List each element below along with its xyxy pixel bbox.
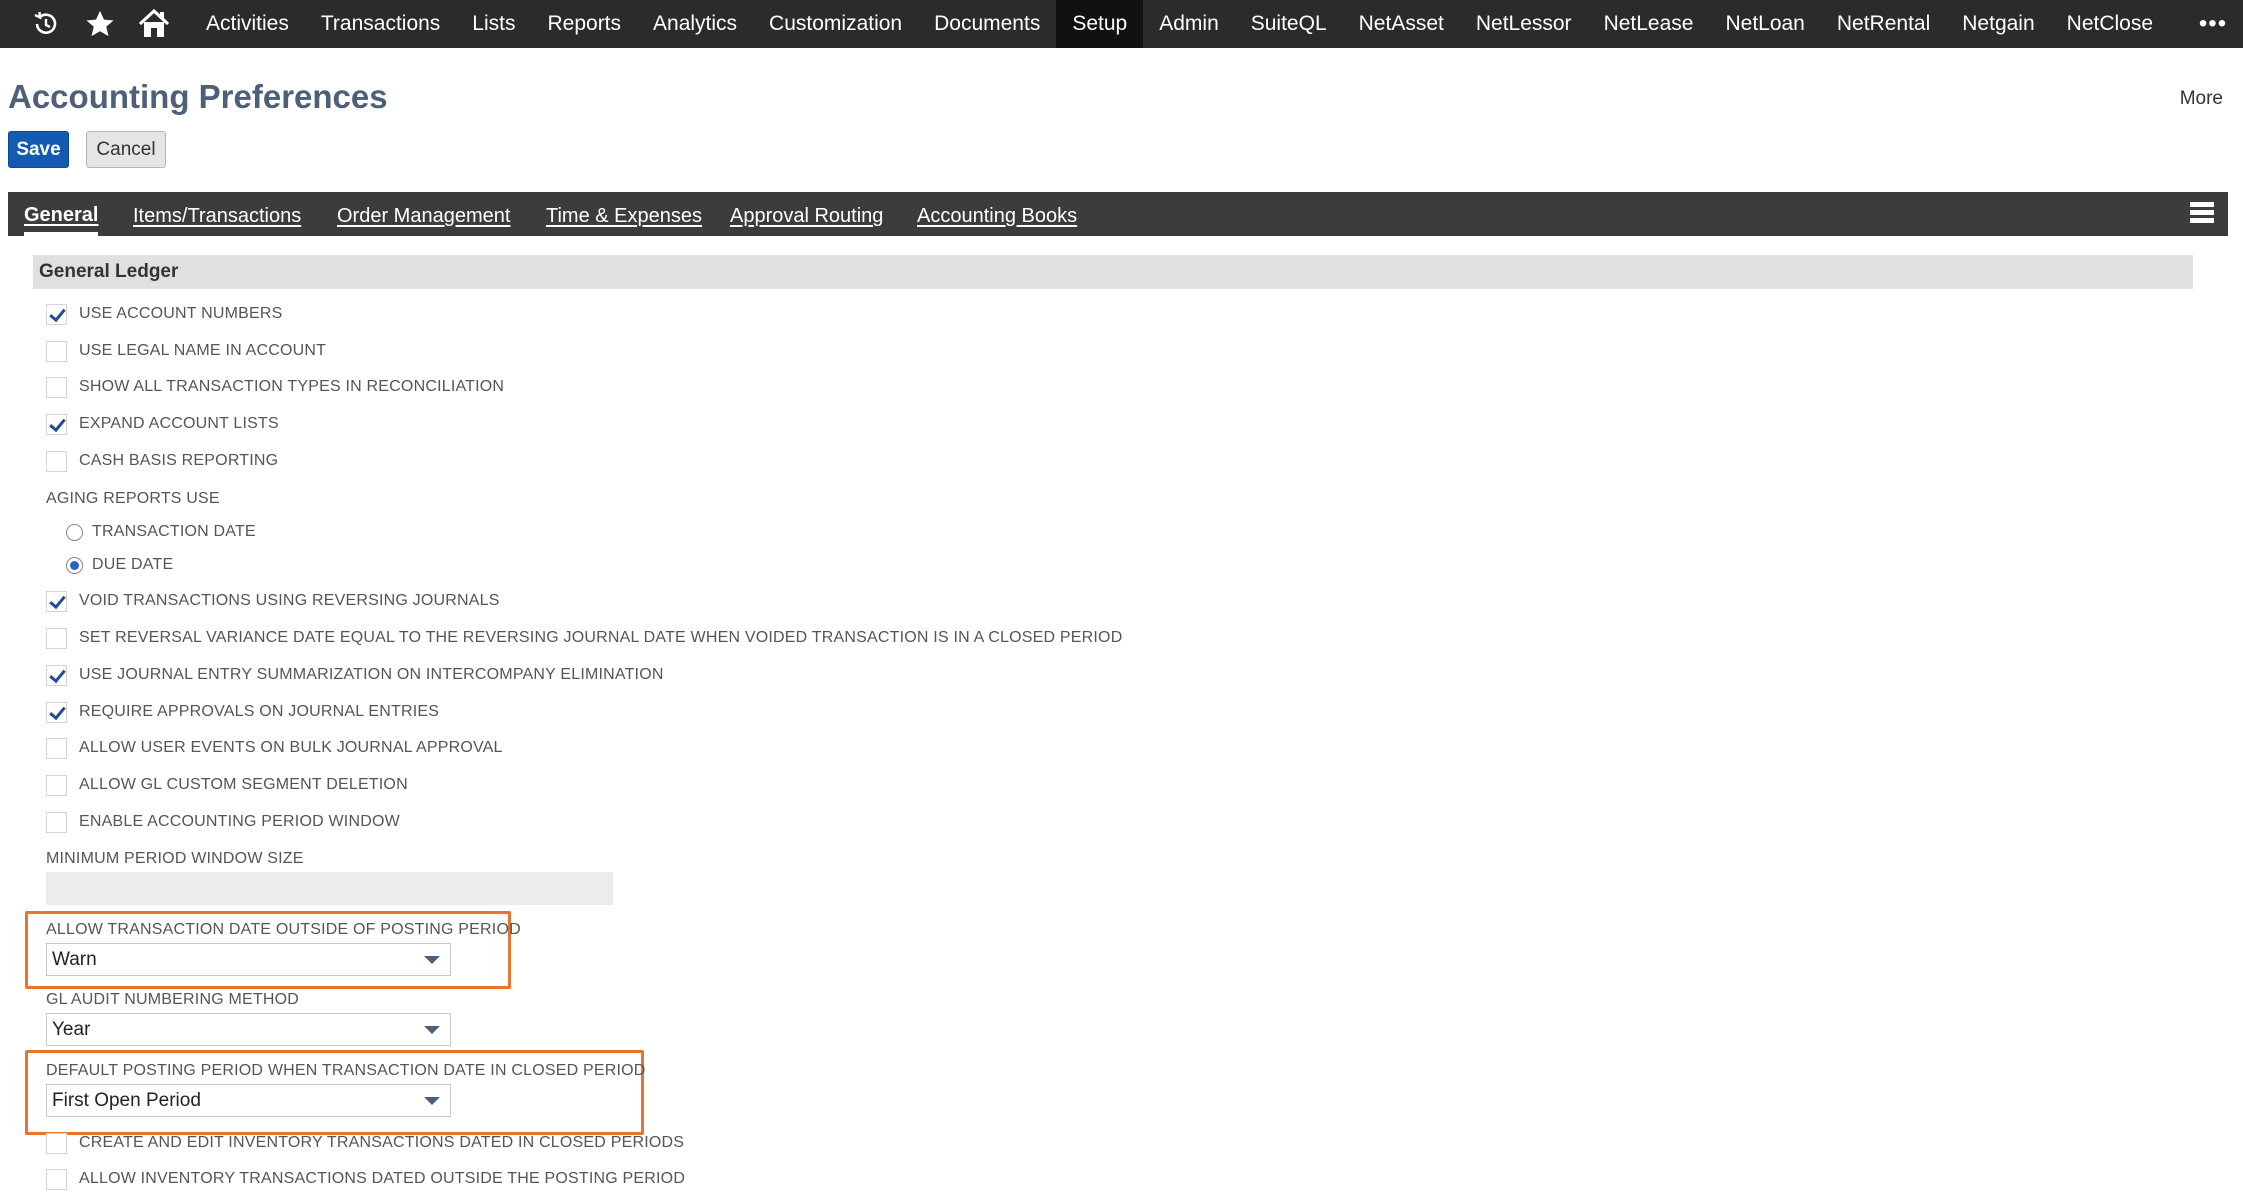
create-edit-inventory-label: CREATE AND EDIT INVENTORY TRANSACTIONS D… [79, 1134, 685, 1151]
min-period-window-field [46, 872, 613, 905]
gl-audit-numbering-label: GL AUDIT NUMBERING METHOD [46, 991, 300, 1008]
period-window-checkbox[interactable] [46, 811, 67, 833]
void-reversing-row: VOID TRANSACTIONS USING REVERSING JOURNA… [46, 587, 500, 615]
allow-inventory-outside-label: ALLOW INVENTORY TRANSACTIONS DATED OUTSI… [79, 1170, 686, 1187]
allow-inventory-outside-checkbox[interactable] [46, 1168, 67, 1190]
aging-reports-label: AGING REPORTS USE [46, 490, 220, 507]
chevron-down-icon [424, 956, 440, 964]
expand-account-lists-row: EXPAND ACCOUNT LISTS [46, 410, 279, 438]
reversal-variance-checkbox[interactable] [46, 627, 67, 649]
tab-list-menu-icon[interactable] [2190, 202, 2214, 226]
allow-outside-posting-label: ALLOW TRANSACTION DATE OUTSIDE OF POSTIN… [46, 921, 521, 938]
chevron-down-icon [424, 1097, 440, 1105]
expand-account-lists-checkbox[interactable] [46, 413, 67, 435]
tab-time-expenses[interactable]: Time & Expenses [546, 192, 702, 236]
aging-due-date-radio[interactable] [66, 556, 83, 574]
je-summarization-checkbox[interactable] [46, 664, 67, 686]
nav-item-reports[interactable]: Reports [531, 0, 637, 48]
tab-items-transactions[interactable]: Items/Transactions [133, 192, 301, 236]
chevron-down-icon [424, 1026, 440, 1034]
nav-item-customization[interactable]: Customization [753, 0, 918, 48]
gl-audit-numbering-value: Year [52, 1019, 91, 1040]
default-posting-period-value: First Open Period [52, 1090, 201, 1111]
allow-outside-posting-select[interactable]: Warn [46, 943, 451, 976]
nav-item-lists[interactable]: Lists [456, 0, 531, 48]
nav-item-netrental[interactable]: NetRental [1821, 0, 1946, 48]
user-events-bulk-label: ALLOW USER EVENTS ON BULK JOURNAL APPROV… [79, 739, 503, 756]
create-edit-inventory-row: CREATE AND EDIT INVENTORY TRANSACTIONS D… [46, 1129, 684, 1157]
expand-account-lists-label: EXPAND ACCOUNT LISTS [79, 415, 279, 432]
nav-item-admin[interactable]: Admin [1143, 0, 1235, 48]
use-account-numbers-row: USE ACCOUNT NUMBERS [46, 300, 283, 328]
gl-segment-deletion-label: ALLOW GL CUSTOM SEGMENT DELETION [79, 776, 408, 793]
use-account-numbers-checkbox[interactable] [46, 303, 67, 325]
use-legal-name-row: USE LEGAL NAME IN ACCOUNT [46, 337, 326, 365]
require-approvals-row: REQUIRE APPROVALS ON JOURNAL ENTRIES [46, 698, 439, 726]
nav-item-netlease[interactable]: NetLease [1588, 0, 1710, 48]
nav-item-netasset[interactable]: NetAsset [1343, 0, 1460, 48]
home-icon[interactable] [124, 0, 184, 48]
use-legal-name-label: USE LEGAL NAME IN ACCOUNT [79, 342, 327, 359]
nav-item-documents[interactable]: Documents [918, 0, 1056, 48]
require-approvals-checkbox[interactable] [46, 701, 67, 723]
void-reversing-checkbox[interactable] [46, 590, 67, 612]
more-menu-icon[interactable]: ••• [2193, 0, 2233, 48]
reversal-variance-label: SET REVERSAL VARIANCE DATE EQUAL TO THE … [79, 629, 1123, 646]
create-edit-inventory-checkbox[interactable] [46, 1132, 67, 1154]
nav-item-setup[interactable]: Setup [1056, 0, 1144, 48]
user-events-bulk-row: ALLOW USER EVENTS ON BULK JOURNAL APPROV… [46, 734, 503, 762]
page-title: Accounting Preferences [8, 78, 388, 115]
show-all-types-row: SHOW ALL TRANSACTION TYPES IN RECONCILIA… [46, 373, 504, 401]
star-icon[interactable] [76, 0, 124, 48]
aging-due-date-row: DUE DATE [66, 551, 173, 579]
tab-order-management[interactable]: Order Management [337, 192, 510, 236]
nav-item-transactions[interactable]: Transactions [305, 0, 456, 48]
nav-menu: Activities Transactions Lists Reports An… [190, 0, 2169, 48]
show-all-types-checkbox[interactable] [46, 376, 67, 398]
default-posting-period-select[interactable]: First Open Period [46, 1084, 451, 1117]
nav-item-netclose[interactable]: NetClose [2051, 0, 2169, 48]
show-all-types-label: SHOW ALL TRANSACTION TYPES IN RECONCILIA… [79, 378, 505, 395]
require-approvals-label: REQUIRE APPROVALS ON JOURNAL ENTRIES [79, 703, 440, 720]
use-account-numbers-label: USE ACCOUNT NUMBERS [79, 305, 283, 322]
nav-item-netgain[interactable]: Netgain [1946, 0, 2050, 48]
cash-basis-checkbox[interactable] [46, 450, 67, 472]
reversal-variance-row: SET REVERSAL VARIANCE DATE EQUAL TO THE … [46, 624, 1122, 652]
user-events-bulk-checkbox[interactable] [46, 737, 67, 759]
tab-accounting-books[interactable]: Accounting Books [917, 192, 1077, 236]
je-summarization-label: USE JOURNAL ENTRY SUMMARIZATION ON INTER… [79, 666, 664, 683]
gl-segment-deletion-checkbox[interactable] [46, 774, 67, 796]
nav-item-activities[interactable]: Activities [190, 0, 305, 48]
subtab-bar: General Items/Transactions Order Managem… [8, 192, 2228, 236]
more-link[interactable]: More [2180, 88, 2223, 110]
allow-outside-posting-value: Warn [52, 949, 97, 970]
default-posting-period-label: DEFAULT POSTING PERIOD WHEN TRANSACTION … [46, 1062, 646, 1079]
cancel-button[interactable]: Cancel [86, 131, 166, 168]
aging-due-date-label: DUE DATE [92, 556, 174, 573]
period-window-row: ENABLE ACCOUNTING PERIOD WINDOW [46, 808, 400, 836]
use-legal-name-checkbox[interactable] [46, 340, 67, 362]
tab-approval-routing[interactable]: Approval Routing [730, 192, 883, 236]
period-window-label: ENABLE ACCOUNTING PERIOD WINDOW [79, 813, 400, 830]
nav-item-suiteql[interactable]: SuiteQL [1235, 0, 1343, 48]
min-period-window-label: MINIMUM PERIOD WINDOW SIZE [46, 850, 304, 867]
nav-item-analytics[interactable]: Analytics [637, 0, 753, 48]
allow-inventory-outside-row: ALLOW INVENTORY TRANSACTIONS DATED OUTSI… [46, 1165, 685, 1193]
gl-audit-numbering-select[interactable]: Year [46, 1013, 451, 1046]
aging-transaction-date-label: TRANSACTION DATE [92, 523, 256, 540]
je-summarization-row: USE JOURNAL ENTRY SUMMARIZATION ON INTER… [46, 661, 664, 689]
aging-transaction-date-row: TRANSACTION DATE [66, 518, 256, 546]
cash-basis-row: CASH BASIS REPORTING [46, 447, 278, 475]
aging-transaction-date-radio[interactable] [66, 523, 83, 541]
section-general-ledger: General Ledger [33, 255, 2193, 289]
cash-basis-label: CASH BASIS REPORTING [79, 452, 279, 469]
top-navigation: Activities Transactions Lists Reports An… [0, 0, 2243, 48]
void-reversing-label: VOID TRANSACTIONS USING REVERSING JOURNA… [79, 592, 500, 609]
gl-segment-deletion-row: ALLOW GL CUSTOM SEGMENT DELETION [46, 771, 408, 799]
tab-general[interactable]: General [24, 192, 99, 236]
history-icon[interactable] [16, 0, 76, 48]
nav-item-netlessor[interactable]: NetLessor [1460, 0, 1588, 48]
save-button[interactable]: Save [8, 131, 69, 168]
nav-item-netloan[interactable]: NetLoan [1709, 0, 1820, 48]
